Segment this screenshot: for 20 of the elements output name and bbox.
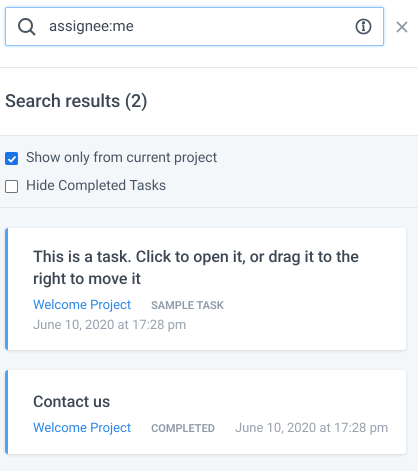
project-link[interactable]: Welcome Project (33, 419, 132, 438)
search-icon (17, 16, 37, 36)
task-status: COMPLETED (151, 420, 215, 436)
task-title: This is a task. Click to open it, or drag it to the right to move it (33, 246, 360, 290)
search-bar[interactable]: assignee:me (5, 7, 384, 46)
task-date: June 10, 2020 at 17:28 pm (33, 316, 186, 334)
checkbox[interactable] (5, 180, 18, 193)
task-status: SAMPLE TASK (151, 298, 224, 314)
close-icon[interactable] (396, 20, 408, 32)
results-heading: Search results (2) (5, 91, 148, 112)
task-date: June 10, 2020 at 17:28 pm (234, 420, 388, 438)
task-title: Contact us (33, 391, 112, 413)
task-card[interactable]: Contact us Welcome Project COMPLETED June 10, 2020 at 17:28 pm (5, 370, 406, 454)
project-link[interactable]: Welcome Project (33, 296, 132, 316)
filter-label: Show only from current project (26, 149, 218, 168)
info-icon[interactable] (355, 18, 372, 35)
task-card[interactable]: This is a task. Click to open it, or drag it to the right to move it Welcome Project SAMPLE TASK June 10, 2020 at 17:28 pm (5, 228, 406, 350)
checkbox[interactable] (5, 152, 18, 165)
filter-label: Hide Completed Tasks (26, 177, 166, 196)
search-field[interactable]: assignee:me (49, 15, 343, 38)
